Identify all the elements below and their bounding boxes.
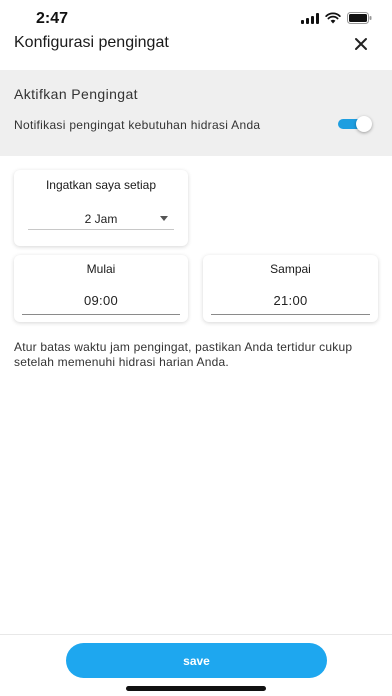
close-icon[interactable]	[352, 35, 370, 53]
end-time-label: Sampai	[270, 262, 311, 276]
start-time-field[interactable]: 09:00	[22, 287, 180, 315]
signal-icon	[301, 12, 319, 24]
interval-label: Ingatkan saya setiap	[45, 178, 157, 192]
end-time-field[interactable]: 21:00	[211, 287, 370, 315]
status-icons	[301, 12, 372, 24]
interval-card: Ingatkan saya setiap 2 Jam	[14, 170, 188, 246]
chevron-down-icon	[160, 216, 168, 221]
reminder-config-screen: 2:47 Konfigurasi pengingat Aktifkan Peng…	[0, 0, 392, 696]
interval-select[interactable]: 2 Jam	[28, 206, 174, 230]
info-text: Atur batas waktu jam pengingat, pastikan…	[14, 340, 353, 369]
start-time-card: Mulai 09:00	[14, 255, 188, 322]
status-time: 2:47	[36, 10, 69, 27]
reminder-section-title: Aktifkan Pengingat	[14, 86, 138, 102]
reminder-toggle[interactable]	[338, 116, 372, 132]
start-time-value: 09:00	[83, 293, 119, 308]
wifi-icon	[325, 12, 341, 24]
end-time-card: Sampai 21:00	[203, 255, 378, 322]
start-time-label: Mulai	[86, 262, 116, 276]
reminder-description: Notifikasi pengingat kebutuhan hidrasi A…	[14, 118, 261, 132]
status-bar: 2:47	[0, 0, 392, 30]
footer-divider	[0, 634, 392, 635]
page-title: Konfigurasi pengingat	[14, 34, 169, 51]
interval-value: 2 Jam	[84, 212, 118, 226]
toggle-thumb	[356, 116, 372, 132]
battery-icon	[347, 12, 372, 24]
header: Konfigurasi pengingat	[0, 30, 392, 70]
save-button[interactable]: save	[66, 643, 327, 678]
home-indicator	[126, 686, 266, 691]
reminder-settings-section: Aktifkan Pengingat Notifikasi pengingat …	[0, 70, 392, 156]
end-time-value: 21:00	[273, 293, 308, 308]
